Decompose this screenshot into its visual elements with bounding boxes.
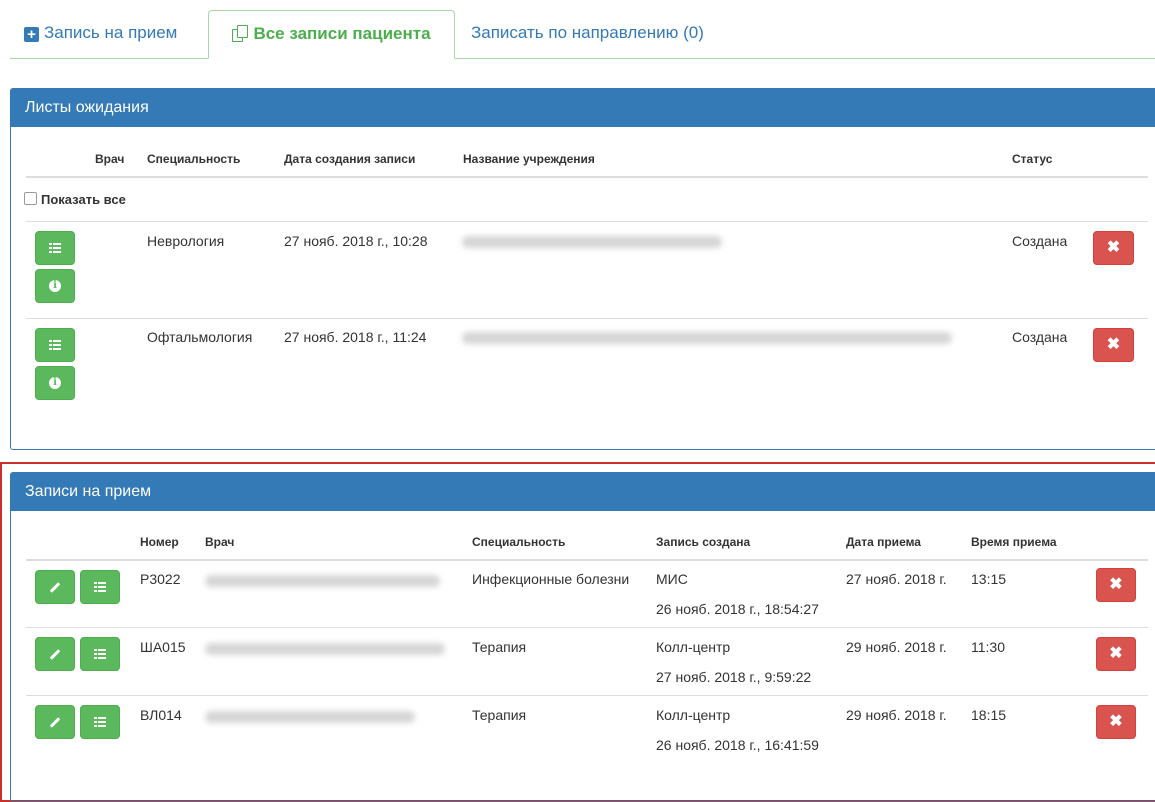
edit-button[interactable]	[35, 705, 75, 739]
panel-title: Листы ожидания	[11, 89, 1155, 127]
col-institution: Название учреждения	[463, 152, 595, 166]
time-cell: 13:15	[971, 571, 1007, 587]
details-button[interactable]	[80, 637, 120, 671]
close-icon: ✖	[1109, 645, 1123, 662]
close-icon: ✖	[1109, 576, 1123, 593]
divider	[26, 627, 1148, 628]
close-icon: ✖	[1109, 713, 1123, 730]
col-doctor: Врач	[205, 535, 235, 549]
tab-label: Запись на прием	[44, 23, 178, 42]
info-button[interactable]: i	[35, 366, 75, 400]
delete-button[interactable]: ✖	[1096, 637, 1136, 671]
list-icon	[94, 649, 106, 659]
edit-button[interactable]	[35, 637, 75, 671]
created-cell: 27 нояб. 2018 г., 9:59:22	[656, 669, 812, 685]
col-specialty: Специальность	[472, 535, 566, 549]
delete-button[interactable]: ✖	[1093, 231, 1134, 265]
date-cell: 29 нояб. 2018 г.	[846, 707, 947, 723]
pencil-icon	[49, 648, 61, 660]
redacted-institution	[462, 332, 952, 344]
number-cell: Р3022	[140, 571, 181, 587]
col-date: Дата приема	[846, 535, 921, 549]
col-specialty: Специальность	[147, 152, 241, 166]
delete-button[interactable]: ✖	[1093, 328, 1134, 362]
divider	[26, 176, 1148, 178]
specialty-cell: Неврология	[147, 233, 225, 249]
details-button[interactable]	[80, 570, 120, 604]
info-icon: i	[49, 280, 61, 292]
list-icon	[94, 717, 106, 727]
status-cell: Создана	[1012, 329, 1068, 345]
source-cell: Колл-центр	[656, 707, 731, 723]
source-cell: МИС	[656, 571, 688, 587]
number-cell: ВЛ014	[140, 707, 182, 723]
created-cell: 26 нояб. 2018 г., 18:54:27	[656, 601, 819, 617]
show-all-checkbox[interactable]: Показать все	[24, 192, 126, 207]
created-cell: 26 нояб. 2018 г., 16:41:59	[656, 737, 819, 753]
info-icon: i	[49, 377, 61, 389]
appointments-panel: Записи на прием	[10, 472, 1155, 802]
redacted-institution	[462, 236, 722, 248]
col-created: Запись создана	[656, 535, 751, 549]
close-icon: ✖	[1106, 336, 1121, 353]
info-button[interactable]: i	[35, 269, 75, 303]
col-created: Дата создания записи	[284, 152, 416, 166]
list-icon	[94, 582, 106, 592]
specialty-cell: Терапия	[472, 707, 527, 723]
redacted-doctor	[205, 575, 440, 587]
date-cell: 29 нояб. 2018 г.	[846, 639, 947, 655]
tab-make-appointment[interactable]: + Запись на прием	[24, 10, 177, 57]
divider	[26, 318, 1148, 319]
details-button[interactable]	[80, 705, 120, 739]
tab-referral-appointment[interactable]: Записать по направлению (0)	[471, 10, 704, 57]
tab-all-patient-records[interactable]: Все записи пациента	[208, 10, 455, 59]
pencil-icon	[49, 581, 61, 593]
edit-button[interactable]	[35, 570, 75, 604]
time-cell: 18:15	[971, 707, 1007, 723]
show-all-label: Показать все	[41, 192, 126, 207]
col-doctor: Врач	[95, 152, 125, 166]
redacted-doctor	[205, 643, 445, 655]
panel-title: Записи на прием	[11, 473, 1155, 511]
tab-label: Записать по направлению (0)	[471, 23, 704, 42]
col-time: Время приема	[971, 535, 1057, 549]
divider	[26, 221, 1148, 222]
tab-bar: + Запись на прием Все записи пациента Зап…	[10, 10, 1155, 59]
status-cell: Создана	[1012, 233, 1068, 249]
created-cell: 27 нояб. 2018 г., 11:24	[284, 329, 427, 345]
delete-button[interactable]: ✖	[1096, 568, 1136, 602]
specialty-cell: Терапия	[472, 639, 527, 655]
details-button[interactable]	[35, 328, 75, 362]
list-icon	[49, 243, 61, 253]
source-cell: Колл-центр	[656, 639, 731, 655]
checkbox-icon	[24, 192, 37, 205]
pencil-icon	[49, 716, 61, 728]
number-cell: ША015	[140, 639, 186, 655]
date-cell: 27 нояб. 2018 г.	[846, 571, 947, 587]
col-number: Номер	[140, 535, 179, 549]
copy-icon	[232, 25, 249, 42]
details-button[interactable]	[35, 231, 75, 265]
divider	[26, 559, 1148, 561]
list-icon	[49, 340, 61, 350]
specialty-cell: Офтальмология	[147, 329, 253, 345]
col-status: Статус	[1012, 152, 1053, 166]
close-icon: ✖	[1106, 239, 1121, 256]
divider	[26, 695, 1148, 696]
created-cell: 27 нояб. 2018 г., 10:28	[284, 233, 428, 249]
plus-square-icon: +	[24, 27, 39, 42]
time-cell: 11:30	[971, 639, 1005, 655]
tab-label: Все записи пациента	[253, 24, 431, 43]
delete-button[interactable]: ✖	[1096, 705, 1136, 739]
redacted-doctor	[205, 711, 415, 723]
waitlist-panel: Листы ожидания	[10, 88, 1155, 450]
specialty-cell: Инфекционные болезни	[472, 571, 630, 587]
